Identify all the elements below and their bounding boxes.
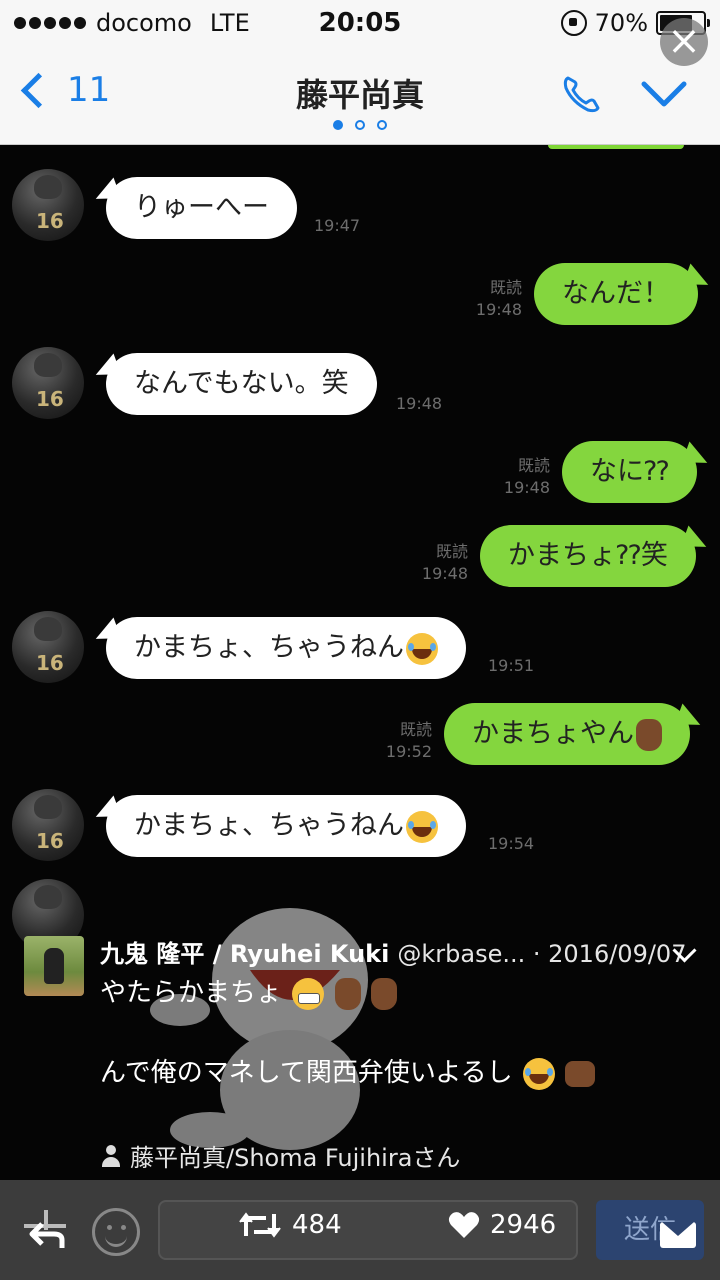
tweet-author-name[interactable]: 九鬼 隆平 / Ryuhei Kuki xyxy=(100,940,389,968)
message-bubble-outgoing[interactable]: なんだ！ xyxy=(534,263,698,325)
battery-percent: 70% xyxy=(594,9,648,37)
page-dot xyxy=(333,120,343,130)
avatar[interactable]: 16 xyxy=(12,611,84,683)
retweet-icon xyxy=(239,1212,281,1238)
reply-icon[interactable] xyxy=(22,1208,68,1254)
message-time: 19:48 xyxy=(396,394,443,413)
tweet-text: んで俺のマネして関西弁使いよるし xyxy=(100,1058,513,1088)
read-receipt: 既読 xyxy=(517,456,550,475)
message-time: 19:47 xyxy=(314,216,361,235)
message-time: 19:52 xyxy=(385,742,432,761)
message-time: 19:51 xyxy=(488,656,535,675)
person-icon xyxy=(100,1144,122,1167)
tweet-text-line: んで俺のマネして関西弁使いよるし xyxy=(100,1052,596,1090)
laugh-cry-icon xyxy=(406,810,438,843)
message-text: なに⁇ xyxy=(590,456,669,487)
raised-hand-icon xyxy=(370,977,397,1010)
chevron-down-icon[interactable] xyxy=(640,74,688,114)
read-receipt: 既読 xyxy=(435,542,468,561)
tweet-header: 九鬼 隆平 / Ryuhei Kuki @krbase... · 2016/09/… xyxy=(100,934,686,969)
message-text: かまちょ⁇笑 xyxy=(508,540,668,571)
message-time: 19:48 xyxy=(475,300,522,319)
message-meta: 既読 19:52 xyxy=(370,719,432,763)
laugh-cry-icon xyxy=(522,1057,555,1090)
tweet-avatar[interactable] xyxy=(24,936,84,996)
mention-text: 藤平尚真/Shoma Fujihiraさん xyxy=(130,1144,461,1172)
message-time: 19:48 xyxy=(421,564,468,583)
message-bubble-incoming[interactable]: りゅーへー xyxy=(106,177,297,239)
like-button[interactable]: 2946 xyxy=(448,1210,556,1240)
read-receipt: 既読 xyxy=(489,278,522,297)
message-text: かまちょ、ちゃうねん xyxy=(134,632,404,663)
status-bar: docomo LTE 20:05 70% xyxy=(0,0,720,48)
emoji-icon[interactable] xyxy=(92,1208,140,1256)
mail-icon[interactable] xyxy=(660,1222,696,1248)
message-time: 19:48 xyxy=(503,478,550,497)
laugh-cry-icon xyxy=(406,632,438,665)
thumbs-up-icon xyxy=(565,1060,596,1087)
message-time: 19:54 xyxy=(488,834,535,853)
read-receipt: 既読 xyxy=(399,720,432,739)
chat-header: 11 藤平尚真 xyxy=(0,48,720,145)
message-bubble-incoming[interactable]: かまちょ、ちゃうねん xyxy=(106,795,466,857)
retweet-count: 484 xyxy=(292,1210,342,1240)
avatar[interactable]: 16 xyxy=(12,169,84,241)
message-bubble-incoming[interactable]: かまちょ、ちゃうねん xyxy=(106,617,466,679)
tweet-text: やたらかまちょ xyxy=(100,978,283,1008)
message-text: かまちょ、ちゃうねん xyxy=(134,810,404,841)
tweet-text-line: やたらかまちょ xyxy=(100,972,397,1010)
page-dot xyxy=(355,120,365,130)
previous-bubble-edge xyxy=(548,145,684,149)
message-text: かまちょやん xyxy=(472,718,634,749)
message-bubble-outgoing[interactable]: かまちょやん xyxy=(444,703,690,765)
tweet-card[interactable]: 九鬼 隆平 / Ryuhei Kuki @krbase... · 2016/09/… xyxy=(0,920,720,1180)
like-count: 2946 xyxy=(490,1210,557,1240)
phone-icon[interactable] xyxy=(560,72,604,116)
message-bubble-incoming[interactable]: なんでもない。笑 xyxy=(106,353,377,415)
message-text: りゅーへー xyxy=(134,192,269,223)
page-indicator xyxy=(0,120,720,130)
message-meta: 既読 19:48 xyxy=(406,541,468,585)
chat-title: 藤平尚真 xyxy=(295,76,424,114)
raised-hand-icon xyxy=(334,977,361,1010)
tweet-date: · 2016/09/07 xyxy=(532,940,687,968)
grin-icon xyxy=(292,977,325,1010)
tweet-action-bar: 484 2946 送信 xyxy=(0,1180,720,1280)
close-icon[interactable]: × xyxy=(660,18,708,66)
heart-icon xyxy=(448,1212,480,1238)
message-meta: 既読 19:48 xyxy=(460,277,522,321)
tweet-mention[interactable]: 藤平尚真/Shoma Fujihiraさん xyxy=(100,1138,460,1173)
message-text: なんでもない。笑 xyxy=(134,368,349,399)
message-bubble-outgoing[interactable]: なに⁇ xyxy=(562,441,697,503)
message-text: なんだ！ xyxy=(562,278,670,309)
page-dot xyxy=(377,120,387,130)
message-bubble-outgoing[interactable]: かまちょ⁇笑 xyxy=(480,525,696,587)
avatar[interactable]: 16 xyxy=(12,789,84,861)
message-meta: 既読 19:48 xyxy=(488,455,550,499)
retweet-button[interactable]: 484 xyxy=(238,1210,342,1240)
tweet-author-handle[interactable]: @krbase... xyxy=(397,940,525,968)
raised-hand-icon xyxy=(636,718,662,751)
rotation-lock-icon xyxy=(560,10,587,36)
avatar[interactable]: 16 xyxy=(12,347,84,419)
